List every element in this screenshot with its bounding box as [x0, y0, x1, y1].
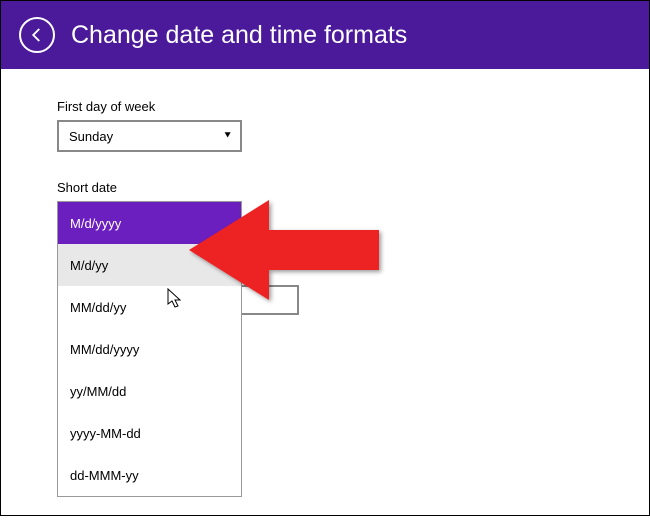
arrow-left-icon: [28, 26, 46, 44]
dropdown-option[interactable]: dd-MMM-yy: [58, 454, 241, 496]
short-date-dropdown[interactable]: M/d/yyyy M/d/yy MM/dd/yy MM/dd/yyyy yy/M…: [57, 201, 242, 497]
dropdown-option[interactable]: yy/MM/dd: [58, 370, 241, 412]
chevron-down-icon: ⯆: [223, 130, 232, 143]
back-button[interactable]: [19, 17, 55, 53]
dropdown-option[interactable]: M/d/yyyy: [58, 202, 241, 244]
dropdown-option[interactable]: MM/dd/yyyy: [58, 328, 241, 370]
short-date-field: Short date M/d/yyyy M/d/yy MM/dd/yy MM/d…: [57, 180, 593, 497]
first-day-label: First day of week: [57, 99, 593, 114]
first-day-select[interactable]: Sunday ⯆: [57, 120, 242, 152]
short-date-label: Short date: [57, 180, 593, 195]
page-header: Change date and time formats: [1, 1, 649, 69]
page-title: Change date and time formats: [71, 21, 407, 50]
first-day-value: Sunday: [69, 129, 113, 144]
dropdown-option[interactable]: yyyy-MM-dd: [58, 412, 241, 454]
select-box-edge: [241, 285, 299, 315]
dropdown-option[interactable]: M/d/yy: [58, 244, 241, 286]
dropdown-option[interactable]: MM/dd/yy: [58, 286, 241, 328]
content-area: First day of week Sunday ⯆ Short date M/…: [1, 69, 649, 527]
first-day-field: First day of week Sunday ⯆: [57, 99, 593, 152]
